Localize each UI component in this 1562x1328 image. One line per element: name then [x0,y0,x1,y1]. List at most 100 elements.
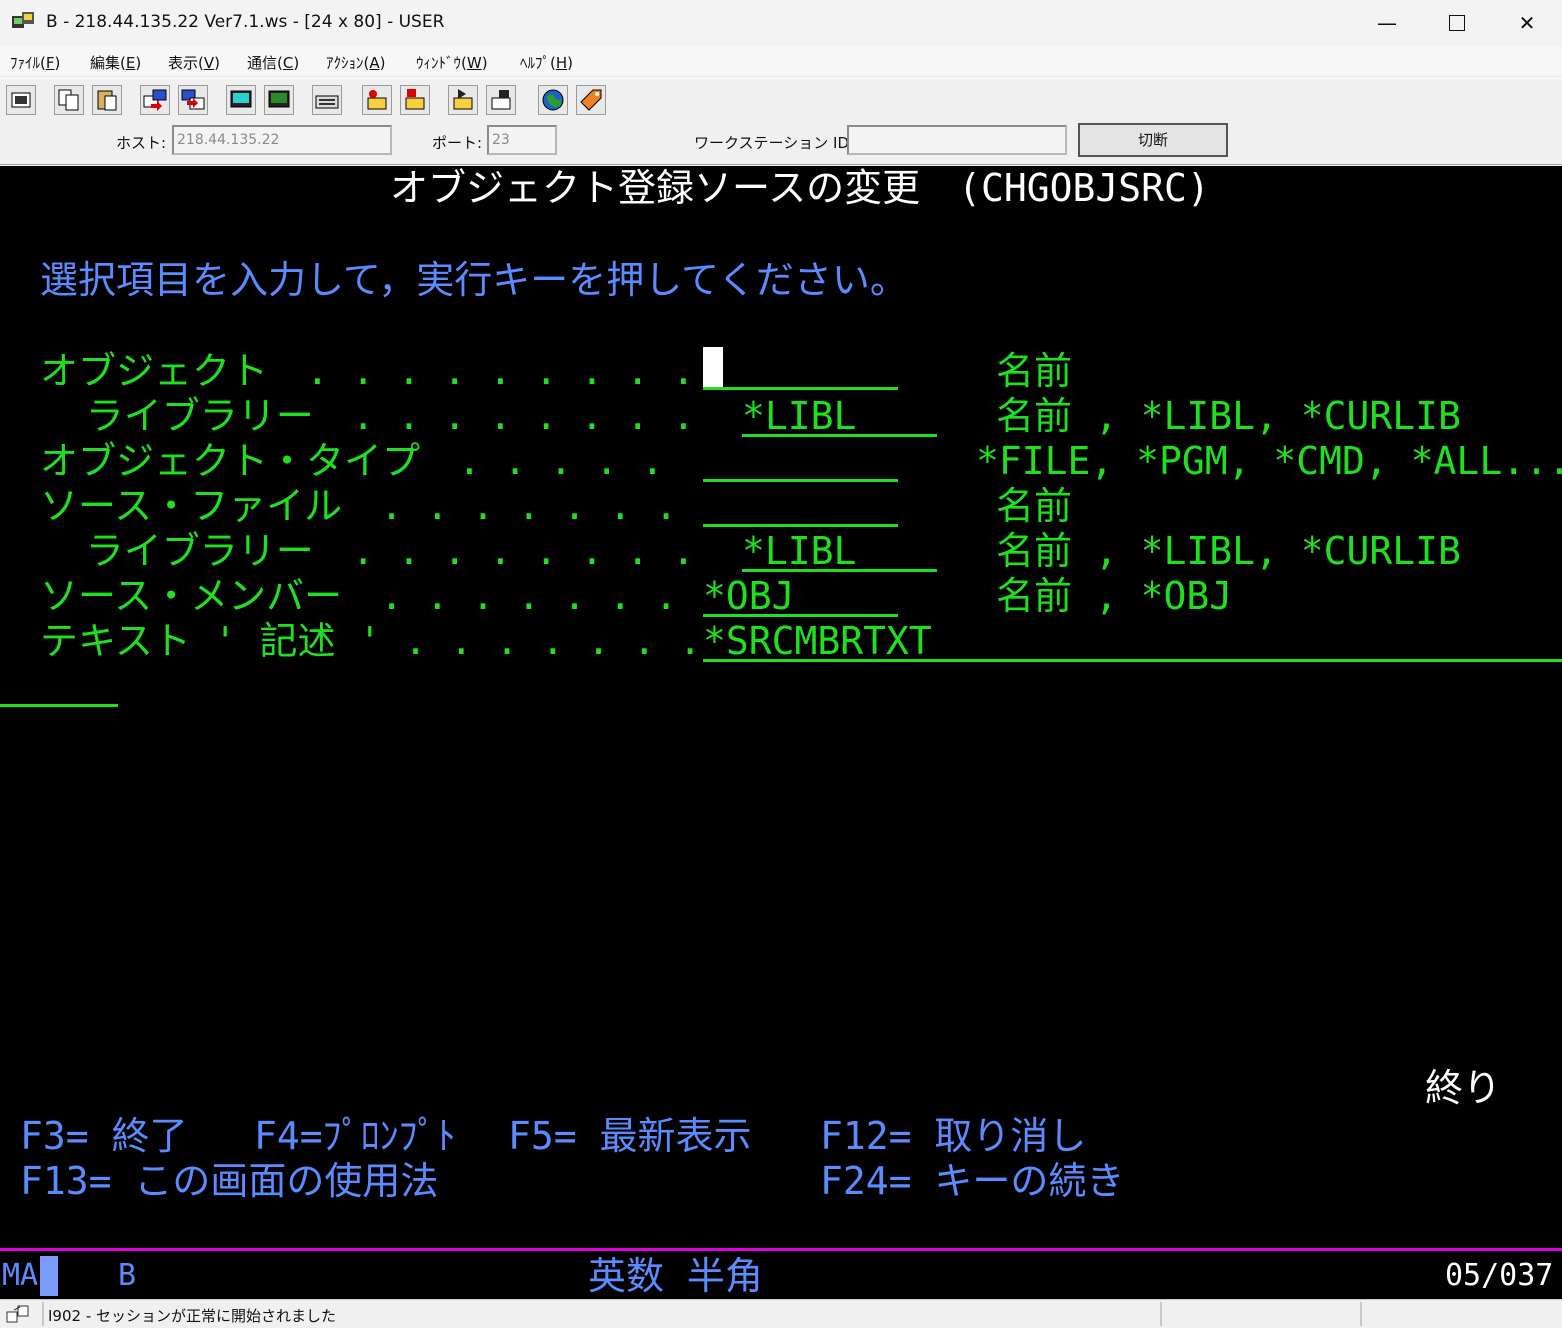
oia-indicator-block [40,1256,58,1296]
port-field[interactable]: 23 [487,125,557,155]
display-icon [230,90,252,108]
object-input-underline [703,387,898,390]
copy-icon [58,89,79,111]
macro-play-button[interactable] [448,85,478,115]
display-settings-icon [268,90,290,108]
menu-bar: ﾌｧｲﾙ(F) 編集(E) 表示(V) 通信(C) ｱｸｼｮﾝ(A) ｳｨﾝﾄﾞ… [0,46,1562,76]
instruction-text: 選択項目を入力して，実行キーを押してください。 [40,258,908,302]
status-separator [42,1302,44,1326]
menu-help[interactable]: ﾍﾙﾌﾟ(H) [520,52,573,73]
macro-edit-icon [491,90,511,110]
macro-record-icon [367,90,387,110]
window-title: B - 218.44.135.22 Ver7.1.ws - [24 x 80] … [46,12,445,32]
oia-ma: MA [2,1258,39,1293]
host-field[interactable]: 218.44.135.22 [172,125,392,155]
oia-session: B [118,1258,137,1293]
fkey-f3[interactable]: F3= 終了 [20,1114,188,1158]
copy-button[interactable] [54,85,84,115]
status-separator [1160,1302,1162,1326]
print-screen-icon [11,92,31,108]
object-library-underline [742,434,937,437]
status-separator [1360,1302,1362,1326]
menu-file[interactable]: ﾌｧｲﾙ(F) [10,52,60,73]
screen-title: オブジェクト登録ソースの変更 (CHGOBJSRC) [390,166,1210,210]
field-label-text-description: テキスト ' 記述 ' . . . . . . . [40,619,702,663]
fkey-f24[interactable]: F24= キーの続き [820,1159,1124,1203]
menu-communication[interactable]: 通信(C) [247,52,299,73]
workstation-id-label: ワークステーション ID: [694,134,855,152]
maximize-icon [1449,15,1465,31]
keyboard-map-button[interactable] [312,85,342,115]
menu-action[interactable]: ｱｸｼｮﾝ(A) [326,52,385,73]
paste-icon [97,90,117,111]
paste-button[interactable] [92,85,122,115]
fkey-f5[interactable]: F5= 最新表示 [508,1114,752,1158]
send-icon [143,89,167,111]
source-member-underline [703,614,898,617]
macro-stop-icon [405,89,425,110]
status-message: I902 - セッションが正常に開始されました [48,1307,337,1325]
text-cursor [703,347,723,390]
source-member-input[interactable]: *OBJ [703,574,795,618]
globe-button[interactable] [538,85,568,115]
hint-object: 名前 [996,349,1073,393]
title-bar: B - 218.44.135.22 Ver7.1.ws - [24 x 80] … [0,0,1562,47]
close-icon: ✕ [1518,11,1536,35]
host-label: ホスト: [116,134,167,152]
source-file-underline [703,524,898,527]
field-label-object-library: ライブラリー . . . . . . . . [40,394,695,438]
fkey-f4[interactable]: F4=ﾌﾟﾛﾝﾌﾟﾄ [254,1114,456,1158]
text-description-input[interactable]: *SRCMBRTXT [703,619,932,663]
end-marker: 終り [1425,1066,1502,1110]
receive-icon [181,89,205,110]
macro-record-button[interactable] [362,85,392,115]
fkey-f13[interactable]: F13= この画面の使用法 [20,1159,438,1203]
tag-icon [580,89,602,111]
menu-view[interactable]: 表示(V) [168,52,220,73]
field-label-object: オブジェクト . . . . . . . . . [40,349,695,393]
port-label: ポート: [432,134,483,152]
macro-stop-button[interactable] [400,85,430,115]
minimize-button[interactable]: — [1352,0,1422,46]
hint-object-type: *FILE, *PGM, *CMD, *ALL... [976,439,1562,483]
field-label-source-member: ソース・メンバー . . . . . . . [40,574,678,618]
object-type-underline [703,479,898,482]
display-settings-button[interactable] [264,85,294,115]
oia-cursor-position: 05/037 [1445,1258,1554,1293]
hint-object-library: 名前 , *LIBL, *CURLIB [996,394,1461,438]
menu-window[interactable]: ｳｨﾝﾄﾞｳ(W) [416,52,488,73]
field-label-source-library: ライブラリー . . . . . . . . [40,529,695,573]
hint-source-file: 名前 [996,484,1073,528]
macro-edit-button[interactable] [486,85,516,115]
toolbar [0,78,1562,120]
disconnect-button[interactable]: 切断 [1078,123,1228,157]
tag-button[interactable] [576,85,606,115]
fkey-f12[interactable]: F12= 取り消し [820,1114,1086,1158]
keyboard-map-icon [315,95,339,109]
print-screen-button[interactable] [6,85,36,115]
maximize-button[interactable] [1422,0,1492,46]
menu-edit[interactable]: 編集(E) [90,52,141,73]
emulator-app-icon [12,12,34,28]
source-library-input[interactable]: *LIBL [742,529,856,573]
oia-input-mode: 英数 半角 [588,1254,763,1298]
send-file-button[interactable] [140,85,170,115]
receive-file-button[interactable] [178,85,208,115]
source-library-underline [742,569,937,572]
connection-bar: ホスト: 218.44.135.22 ポート: 23 ワークステーション ID:… [0,118,1562,165]
close-button[interactable]: ✕ [1492,0,1562,46]
connection-status-icon [6,1305,29,1323]
hint-source-member: 名前 , *OBJ [996,574,1233,618]
minimize-icon: — [1377,11,1397,35]
field-label-source-file: ソース・ファイル . . . . . . . [40,484,678,528]
object-library-input[interactable]: *LIBL [742,394,856,438]
status-bar: I902 - セッションが正常に開始されました [0,1299,1562,1328]
workstation-id-field[interactable] [847,125,1067,155]
globe-icon [542,89,564,111]
terminal-screen[interactable]: オブジェクト登録ソースの変更 (CHGOBJSRC) 選択項目を入力して，実行キ… [0,166,1562,1299]
text-description-underline-wrap [0,704,118,707]
text-description-underline [703,659,1562,662]
display-button[interactable] [226,85,256,115]
field-label-object-type: オブジェクト・タイプ . . . . . [40,439,664,483]
hint-source-library: 名前 , *LIBL, *CURLIB [996,529,1461,573]
